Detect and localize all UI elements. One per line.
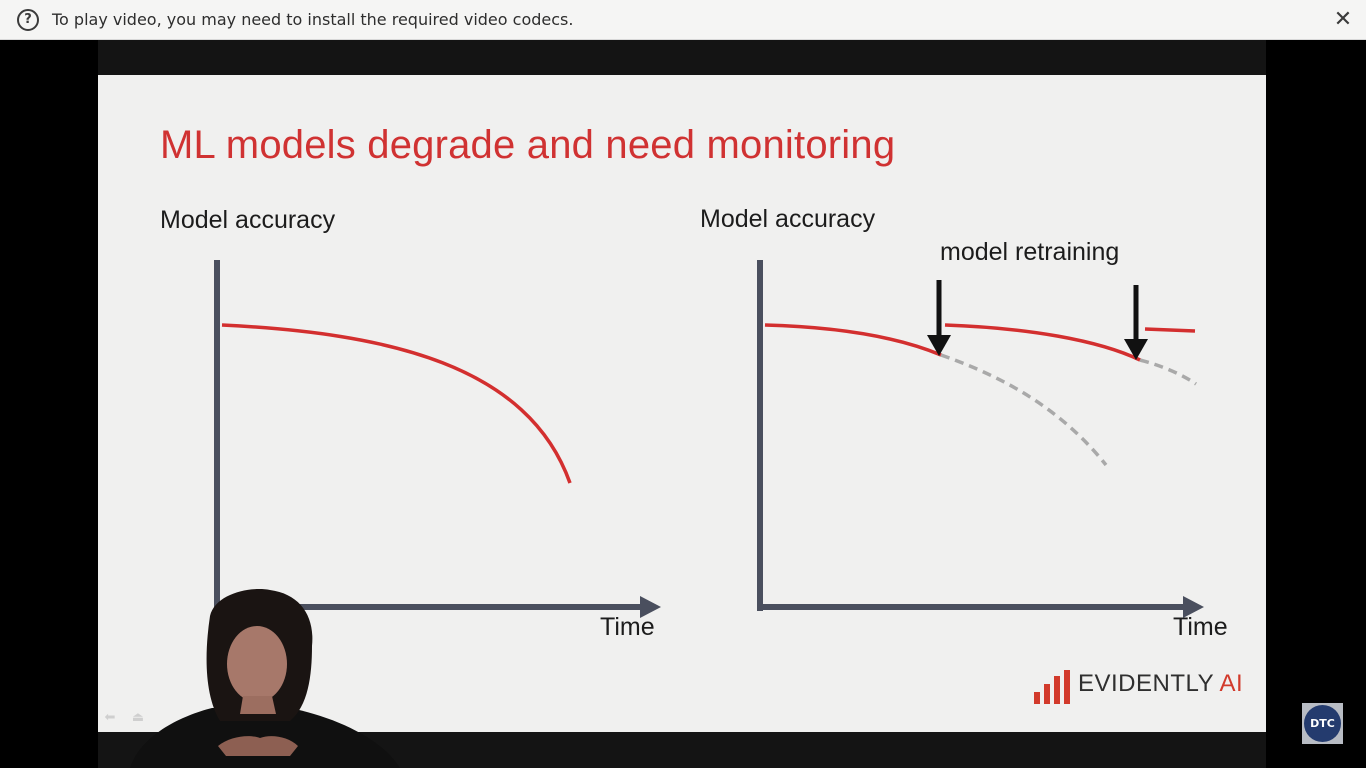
right-accuracy-segment-1 (764, 323, 942, 357)
close-icon[interactable]: ✕ (1330, 7, 1356, 33)
logo-word: EVIDENTLY (1078, 670, 1214, 697)
right-accuracy-segment-2 (944, 323, 1141, 362)
codec-notice-text: To play video, you may need to install t… (52, 10, 574, 29)
logo-text: EVIDENTLY AI (1078, 670, 1243, 698)
degradation-dashed-curve-1 (940, 353, 1108, 467)
help-circle-icon: ? (17, 9, 39, 31)
logo-bar-1 (1034, 692, 1040, 704)
retraining-arrow-1-head (927, 335, 951, 356)
dtc-logo: DTC (1304, 705, 1341, 742)
logo-suffix: AI (1219, 670, 1244, 697)
retraining-arrow-2-head (1124, 339, 1148, 360)
degradation-dashed-curve-2 (1139, 358, 1197, 386)
speaker-video-overlay (130, 589, 400, 768)
logo-bar-4 (1064, 670, 1070, 704)
right-x-axis-arrowhead (1183, 596, 1204, 618)
back-arrow-icon[interactable]: ⬅ (100, 708, 120, 728)
logo-bar-3 (1054, 676, 1060, 704)
right-accuracy-segment-3 (1144, 327, 1196, 333)
eject-icon[interactable]: ⏏ (128, 708, 148, 728)
left-x-axis-arrowhead (640, 596, 661, 618)
left-accuracy-curve (221, 323, 572, 484)
dtc-badge: DTC (1302, 703, 1343, 744)
logo-bar-2 (1044, 684, 1050, 704)
codec-notification-bar: ? To play video, you may need to install… (0, 0, 1366, 40)
